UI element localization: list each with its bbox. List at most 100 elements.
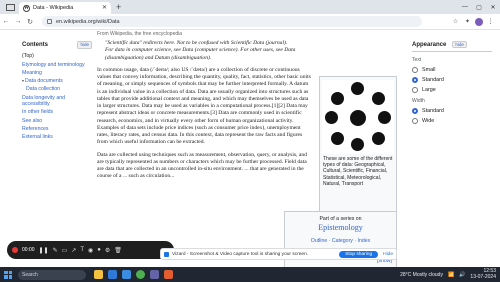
network-icon[interactable]: 📶 — [448, 272, 454, 278]
delete-icon[interactable]: 🗑 — [114, 247, 122, 254]
toc-item-label: Data collection — [26, 86, 61, 93]
width-option-label: Standard — [422, 108, 444, 114]
clock-date: 13-07-2024 — [470, 273, 496, 280]
toolbar-actions: ☆ ✦ ⋮ — [451, 17, 500, 26]
site-tagline: From Wikipedia, the free encyclopedia — [97, 31, 183, 37]
toc-item-label: Data longevity and accessibility — [22, 94, 65, 108]
close-tab-icon[interactable]: ✕ — [102, 4, 107, 11]
toc-item[interactable]: Meaning — [22, 70, 92, 76]
mail-icon[interactable] — [122, 270, 131, 279]
appearance-title: Appearance — [412, 41, 447, 48]
new-tab-button[interactable]: + — [116, 2, 121, 12]
toc-item[interactable]: In other fields — [22, 109, 92, 115]
finance-icon — [325, 111, 338, 124]
text-tool-icon[interactable]: T — [80, 247, 84, 253]
appearance-hide-button[interactable]: hide — [452, 41, 467, 48]
tab-strip: W Data - Wikipedia ✕ + — ▢ ✕ — [0, 0, 500, 14]
wikipedia-favicon-icon: W — [23, 4, 30, 12]
question-icon — [350, 110, 366, 126]
rectangle-icon[interactable]: ▭ — [62, 247, 68, 254]
toc-item-label: (Top) — [22, 53, 34, 60]
pen-icon[interactable]: ✎ — [53, 247, 58, 254]
toc-item[interactable]: Data collection — [22, 86, 92, 92]
text-size-options: Small Standard Large — [412, 67, 492, 93]
stop-sharing-button[interactable]: Stop sharing — [339, 250, 379, 258]
toc-item-label: Etymology and terminology — [22, 61, 85, 68]
sharing-indicator-icon — [164, 251, 169, 257]
article-body: "Scientific data" redirects here. Not to… — [97, 40, 311, 186]
record-dot-icon[interactable] — [12, 247, 18, 253]
toc-item[interactable]: (Top) — [22, 53, 92, 59]
window-menu-icon[interactable] — [6, 4, 15, 11]
toc-item-label: References — [22, 125, 49, 132]
hide-sharing-button[interactable]: Hide — [383, 252, 393, 257]
address-bar[interactable]: en.wikipedia.org/wiki/Data — [42, 16, 422, 27]
store-icon[interactable] — [108, 270, 117, 279]
volume-icon[interactable]: 🔊 — [459, 272, 465, 278]
data-types-illustration[interactable] — [322, 80, 394, 154]
forward-icon[interactable]: → — [12, 18, 24, 25]
series-title-link[interactable]: Epistemology — [285, 223, 396, 232]
toc-item[interactable]: External links — [22, 134, 92, 140]
teams-icon[interactable] — [150, 270, 159, 279]
profile-avatar[interactable] — [475, 17, 483, 26]
screen-sharing-notice: Vizard - Screenshot & Video capture tool… — [160, 248, 397, 260]
bookmark-star-icon[interactable]: ☆ — [451, 18, 460, 26]
toc-item[interactable]: Data longevity and accessibility — [22, 95, 92, 108]
browser-menu-icon[interactable]: ⋮ — [486, 18, 495, 26]
pause-icon[interactable]: ❚❚ — [39, 247, 49, 254]
camera-icon[interactable]: ◉ — [88, 247, 93, 254]
series-nav-links[interactable]: Outline · Category · Index — [285, 238, 396, 244]
hatnote: "Scientific data" redirects here. Not to… — [97, 40, 311, 62]
transport-icon — [372, 132, 385, 145]
taskbar-clock[interactable]: 12:53 13-07-2024 — [470, 268, 496, 280]
toc-item[interactable]: Etymology and terminology — [22, 62, 92, 68]
article-paragraph-2: Data are collected using techniques such… — [97, 151, 307, 180]
start-button[interactable] — [4, 270, 12, 279]
arrow-icon[interactable]: ↗ — [71, 247, 76, 254]
chrome-icon[interactable] — [136, 270, 145, 279]
toc-item[interactable]: ▾Data documents — [22, 78, 92, 84]
settings-icon[interactable]: ⚙ — [105, 247, 110, 254]
file-explorer-icon[interactable] — [94, 270, 103, 279]
text-size-option[interactable]: Small — [412, 67, 492, 73]
text-size-radio[interactable] — [412, 77, 418, 83]
text-size-radio[interactable] — [412, 87, 418, 93]
text-size-option[interactable]: Large — [412, 87, 492, 93]
recording-timer: 00:00 — [22, 247, 35, 253]
maximize-icon[interactable]: ▢ — [472, 0, 486, 14]
statistics-icon — [378, 111, 391, 124]
text-size-option-label: Standard — [422, 77, 444, 83]
weather-widget[interactable]: 28°C Mostly cloudy — [400, 272, 443, 278]
app-icon[interactable] — [164, 270, 173, 279]
toc-item-label: In other fields — [22, 109, 54, 116]
minimize-icon[interactable]: — — [458, 0, 472, 14]
taskbar-search[interactable]: Search — [18, 269, 86, 280]
extensions-icon[interactable]: ✦ — [463, 18, 472, 26]
screen-recorder-bar: 00:00 ❚❚ ✎ ▭ ↗ T ◉ ● ⚙ 🗑 — [7, 241, 174, 259]
text-size-option[interactable]: Standard — [412, 77, 492, 83]
toc-item[interactable]: References — [22, 126, 92, 132]
reload-icon[interactable]: ↻ — [24, 18, 36, 26]
tab-title: Data - Wikipedia — [33, 5, 74, 11]
back-icon[interactable]: ← — [0, 18, 12, 25]
toc-item-label: External links — [22, 134, 53, 141]
toc-hide-button[interactable]: hide — [77, 41, 92, 50]
tab-wikipedia[interactable]: W Data - Wikipedia ✕ — [19, 2, 111, 14]
width-radio[interactable] — [412, 118, 418, 124]
width-options: Standard Wide — [412, 108, 492, 124]
collapse-caret-icon[interactable]: ▾ — [22, 78, 24, 83]
toc-item[interactable]: See also — [22, 118, 92, 124]
culture-icon — [331, 92, 344, 105]
close-window-icon[interactable]: ✕ — [486, 0, 500, 14]
width-radio[interactable] — [412, 108, 418, 114]
width-option[interactable]: Wide — [412, 118, 492, 124]
window-controls: — ▢ ✕ — [458, 0, 500, 14]
width-option-label: Wide — [422, 118, 435, 124]
site-info-icon[interactable] — [47, 19, 52, 24]
width-option[interactable]: Standard — [412, 108, 492, 114]
text-size-radio[interactable] — [412, 67, 418, 73]
text-size-label: Text — [412, 57, 422, 63]
microphone-icon[interactable]: ● — [97, 247, 101, 253]
toc-item-label: See also — [22, 117, 43, 124]
